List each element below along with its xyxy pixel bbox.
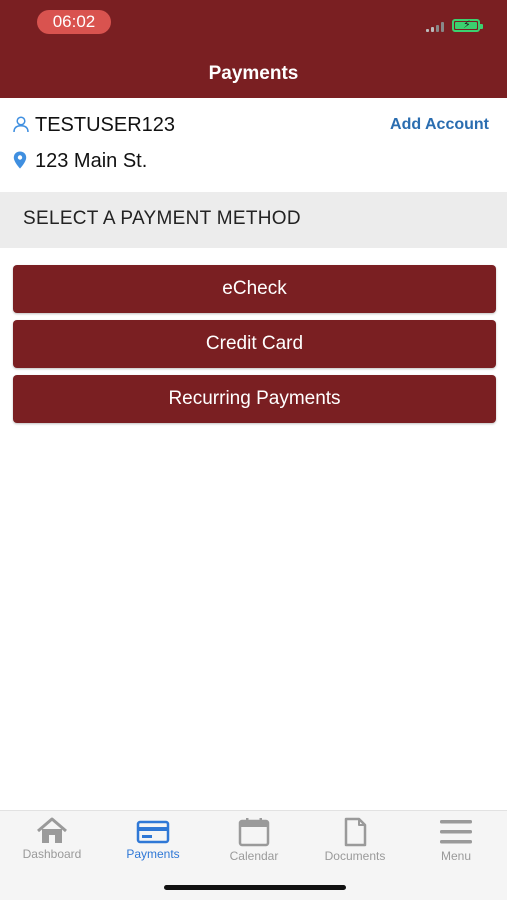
account-username-row: TESTUSER123 Add Account [0,110,507,140]
account-username: TESTUSER123 [35,114,176,136]
add-account-link[interactable]: Add Account [390,110,489,140]
signal-icon [426,22,444,32]
menu-icon [440,820,472,844]
battery-icon: ⚡ [452,19,483,32]
tab-payments[interactable]: Payments [103,817,203,873]
tab-calendar-label: Calendar [229,849,279,863]
tab-documents[interactable]: Documents [305,817,405,873]
tab-dashboard-label: Dashboard [22,847,82,861]
tab-payments-label: Payments [126,847,180,861]
echeck-button[interactable]: eCheck [13,265,496,313]
status-time: 06:02 [37,10,111,34]
tab-dashboard[interactable]: Dashboard [2,817,102,873]
home-indicator [164,885,346,890]
user-icon [13,116,29,133]
home-icon [37,817,67,843]
location-pin-icon [13,151,27,169]
recurring-payments-button[interactable]: Recurring Payments [13,375,496,423]
payment-method-section-header: SELECT A PAYMENT METHOD [0,192,507,248]
tab-calendar[interactable]: Calendar [204,817,304,873]
credit-card-icon [136,820,170,844]
page-title: Payments [208,63,299,84]
tab-documents-label: Documents [324,849,386,863]
tab-menu-label: Menu [440,849,472,863]
section-title: SELECT A PAYMENT METHOD [23,208,301,229]
account-address-row: 123 Main St. [0,146,507,176]
account-address: 123 Main St. [35,150,148,172]
credit-card-button[interactable]: Credit Card [13,320,496,368]
app-header: 06:02 ⚡ Payments [0,0,507,98]
document-icon [344,817,367,847]
calendar-icon [238,818,270,847]
tab-menu[interactable]: Menu [406,817,506,873]
